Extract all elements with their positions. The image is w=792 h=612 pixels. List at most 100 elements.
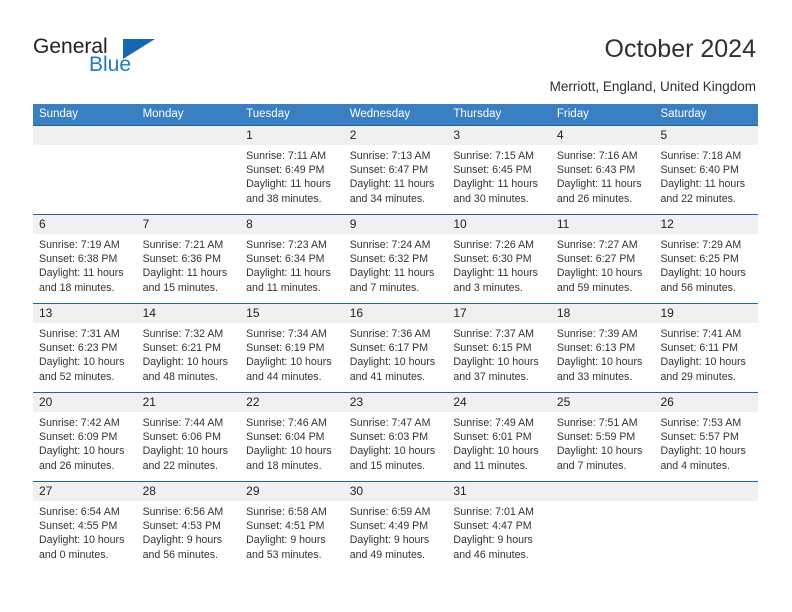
day-cell[interactable]: 11 Sunrise: 7:27 AM Sunset: 6:27 PM Dayl… xyxy=(550,215,655,303)
day-number: 5 xyxy=(654,126,759,145)
logo-text-blue: Blue xyxy=(89,53,132,76)
day-cell[interactable]: 28 Sunrise: 6:56 AM Sunset: 4:53 PM Dayl… xyxy=(136,482,241,570)
day-cell[interactable]: 31 Sunrise: 7:01 AM Sunset: 4:47 PM Dayl… xyxy=(447,482,551,570)
sunrise-text: Sunrise: 6:54 AM xyxy=(39,506,120,518)
day-details: Sunrise: 6:58 AM Sunset: 4:51 PM Dayligh… xyxy=(240,501,344,562)
day-number: 12 xyxy=(654,215,759,234)
day-number: 31 xyxy=(447,482,551,501)
sunset-text: Sunset: 6:47 PM xyxy=(349,164,429,177)
sunset-text: Sunset: 6:38 PM xyxy=(39,253,118,266)
day-details: Sunrise: 7:34 AM Sunset: 6:19 PM Dayligh… xyxy=(240,323,344,384)
day-cell[interactable]: 14 Sunrise: 7:32 AM Sunset: 6:21 PM Dayl… xyxy=(136,304,241,392)
day-number: 8 xyxy=(240,215,344,234)
sunset-text: Sunset: 6:21 PM xyxy=(142,342,221,355)
calendar-page: General Blue October 2024 Merriott, Engl… xyxy=(0,0,792,612)
day-cell[interactable]: 20 Sunrise: 7:42 AM Sunset: 6:09 PM Dayl… xyxy=(33,393,137,481)
day-cell[interactable]: 3 Sunrise: 7:15 AM Sunset: 6:45 PM Dayli… xyxy=(447,126,551,214)
day-cell[interactable]: 26 Sunrise: 7:53 AM Sunset: 5:57 PM Dayl… xyxy=(654,393,759,481)
daylight-text-line2: and 29 minutes. xyxy=(660,370,736,383)
day-cell[interactable]: 21 Sunrise: 7:44 AM Sunset: 6:06 PM Dayl… xyxy=(136,393,241,481)
day-cell[interactable]: 4 Sunrise: 7:16 AM Sunset: 6:43 PM Dayli… xyxy=(550,126,655,214)
day-cell[interactable]: 18 Sunrise: 7:39 AM Sunset: 6:13 PM Dayl… xyxy=(550,304,655,392)
day-cell[interactable]: 6 Sunrise: 7:19 AM Sunset: 6:38 PM Dayli… xyxy=(33,215,137,303)
daylight-text-line2: and 3 minutes. xyxy=(453,281,523,294)
day-cell xyxy=(33,126,137,214)
day-details: Sunrise: 7:24 AM Sunset: 6:32 PM Dayligh… xyxy=(344,234,448,295)
day-details: Sunrise: 7:21 AM Sunset: 6:36 PM Dayligh… xyxy=(137,234,241,295)
day-cell[interactable]: 13 Sunrise: 7:31 AM Sunset: 6:23 PM Dayl… xyxy=(33,304,137,392)
day-cell[interactable]: 12 Sunrise: 7:29 AM Sunset: 6:25 PM Dayl… xyxy=(654,215,759,303)
day-details: Sunrise: 7:01 AM Sunset: 4:47 PM Dayligh… xyxy=(447,501,551,562)
daylight-text-line2: and 7 minutes. xyxy=(349,281,420,294)
daylight-text-line2: and 26 minutes. xyxy=(556,192,633,205)
daylight-text-line1: Daylight: 11 hours xyxy=(246,178,331,191)
day-cell[interactable]: 25 Sunrise: 7:51 AM Sunset: 5:59 PM Dayl… xyxy=(550,393,655,481)
sunrise-text: Sunrise: 7:41 AM xyxy=(660,328,742,340)
sunset-text: Sunset: 6:01 PM xyxy=(453,431,532,444)
sunset-text: Sunset: 6:34 PM xyxy=(246,253,325,266)
day-cell[interactable]: 16 Sunrise: 7:36 AM Sunset: 6:17 PM Dayl… xyxy=(343,304,448,392)
daylight-text-line1: Daylight: 11 hours xyxy=(349,178,435,191)
day-cell[interactable]: 19 Sunrise: 7:41 AM Sunset: 6:11 PM Dayl… xyxy=(654,304,759,392)
daylight-text-line2: and 4 minutes. xyxy=(660,459,730,472)
daylight-text-line1: Daylight: 9 hours xyxy=(142,534,223,547)
day-cell[interactable]: 15 Sunrise: 7:34 AM Sunset: 6:19 PM Dayl… xyxy=(240,304,344,392)
sunrise-text: Sunrise: 7:24 AM xyxy=(349,239,431,251)
day-cell[interactable]: 23 Sunrise: 7:47 AM Sunset: 6:03 PM Dayl… xyxy=(343,393,448,481)
sunrise-text: Sunrise: 7:27 AM xyxy=(556,239,638,251)
day-details: Sunrise: 7:27 AM Sunset: 6:27 PM Dayligh… xyxy=(551,234,655,295)
daylight-text-line2: and 48 minutes. xyxy=(142,370,218,383)
day-cell[interactable]: 17 Sunrise: 7:37 AM Sunset: 6:15 PM Dayl… xyxy=(447,304,551,392)
day-details: Sunrise: 7:51 AM Sunset: 5:59 PM Dayligh… xyxy=(551,412,655,473)
day-cell[interactable]: 22 Sunrise: 7:46 AM Sunset: 6:04 PM Dayl… xyxy=(240,393,344,481)
day-cell[interactable]: 29 Sunrise: 6:58 AM Sunset: 4:51 PM Dayl… xyxy=(240,482,344,570)
daylight-text-line2: and 30 minutes. xyxy=(453,192,529,205)
weekday-saturday: Saturday xyxy=(660,108,707,120)
daylight-text-line2: and 38 minutes. xyxy=(246,192,322,205)
daylight-text-line1: Daylight: 11 hours xyxy=(39,267,124,280)
day-details: Sunrise: 7:49 AM Sunset: 6:01 PM Dayligh… xyxy=(447,412,551,473)
sunset-text: Sunset: 5:57 PM xyxy=(660,431,739,444)
daylight-text-line1: Daylight: 10 hours xyxy=(453,356,539,369)
day-number: 17 xyxy=(447,304,551,323)
page-header: General Blue October 2024 Merriott, Engl… xyxy=(0,0,792,100)
day-cell[interactable]: 27 Sunrise: 6:54 AM Sunset: 4:55 PM Dayl… xyxy=(33,482,137,570)
sunset-text: Sunset: 6:23 PM xyxy=(39,342,118,355)
daylight-text-line2: and 7 minutes. xyxy=(556,459,627,472)
sunset-text: Sunset: 6:27 PM xyxy=(556,253,636,266)
day-cell[interactable]: 5 Sunrise: 7:18 AM Sunset: 6:40 PM Dayli… xyxy=(654,126,759,214)
general-blue-logo[interactable]: General Blue xyxy=(33,36,213,86)
sunrise-text: Sunrise: 7:51 AM xyxy=(556,417,638,429)
day-details: Sunrise: 7:42 AM Sunset: 6:09 PM Dayligh… xyxy=(33,412,137,473)
day-cell[interactable]: 10 Sunrise: 7:26 AM Sunset: 6:30 PM Dayl… xyxy=(447,215,551,303)
daylight-text-line1: Daylight: 11 hours xyxy=(660,178,746,191)
day-cell[interactable]: 8 Sunrise: 7:23 AM Sunset: 6:34 PM Dayli… xyxy=(240,215,344,303)
day-number: 22 xyxy=(240,393,344,412)
daylight-text-line1: Daylight: 10 hours xyxy=(660,445,746,458)
day-details: Sunrise: 7:29 AM Sunset: 6:25 PM Dayligh… xyxy=(654,234,758,295)
day-cell xyxy=(550,482,655,570)
day-cell xyxy=(136,126,241,214)
day-cell[interactable]: 9 Sunrise: 7:24 AM Sunset: 6:32 PM Dayli… xyxy=(343,215,448,303)
daylight-text-line2: and 34 minutes. xyxy=(349,192,426,205)
day-cell[interactable]: 24 Sunrise: 7:49 AM Sunset: 6:01 PM Dayl… xyxy=(447,393,551,481)
day-cell[interactable]: 30 Sunrise: 6:59 AM Sunset: 4:49 PM Dayl… xyxy=(343,482,448,570)
sunrise-text: Sunrise: 7:01 AM xyxy=(453,506,534,518)
daylight-text-line2: and 59 minutes. xyxy=(556,281,633,294)
sunrise-text: Sunrise: 7:11 AM xyxy=(246,150,327,162)
daylight-text-line1: Daylight: 10 hours xyxy=(142,445,228,458)
day-number: 6 xyxy=(33,215,137,234)
daylight-text-line1: Daylight: 11 hours xyxy=(556,178,642,191)
sunrise-text: Sunrise: 7:32 AM xyxy=(142,328,224,340)
day-number: 7 xyxy=(136,215,241,234)
daylight-text-line2: and 15 minutes. xyxy=(142,281,218,294)
day-number xyxy=(654,482,759,501)
day-cell[interactable]: 2 Sunrise: 7:13 AM Sunset: 6:47 PM Dayli… xyxy=(343,126,448,214)
day-details: Sunrise: 7:53 AM Sunset: 5:57 PM Dayligh… xyxy=(654,412,758,473)
sunset-text: Sunset: 6:19 PM xyxy=(246,342,325,355)
daylight-text-line1: Daylight: 10 hours xyxy=(246,445,332,458)
sunrise-text: Sunrise: 7:37 AM xyxy=(453,328,534,340)
day-cell[interactable]: 1 Sunrise: 7:11 AM Sunset: 6:49 PM Dayli… xyxy=(240,126,344,214)
day-cell[interactable]: 7 Sunrise: 7:21 AM Sunset: 6:36 PM Dayli… xyxy=(136,215,241,303)
day-number: 29 xyxy=(240,482,344,501)
